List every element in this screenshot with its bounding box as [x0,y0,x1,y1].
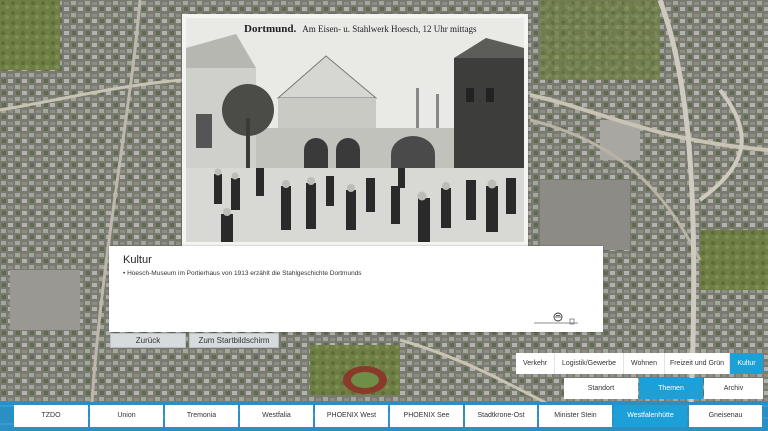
info-text: • Hoesch-Museum im Portierhaus von 1913 … [123,270,362,277]
mode-standort[interactable]: Standort [564,378,638,399]
info-title: Kultur [123,254,152,266]
location-tremonia[interactable]: Tremonia [165,405,238,427]
category-kultur[interactable]: Kultur [730,353,763,374]
category-logistik-gewerbe[interactable]: Logistik/Gewerbe [555,353,624,374]
location-westfalia[interactable]: Westfalia [240,405,313,427]
category-verkehr[interactable]: Verkehr [516,353,555,374]
location-tzdo[interactable]: TZDO [14,405,88,427]
location-phoenix-west[interactable]: PHOENIX West [315,405,388,427]
swipe-hand-icon [534,312,578,325]
mode-archiv[interactable]: Archiv [704,378,763,399]
info-panel: Kultur • Hoesch-Museum im Portierhaus vo… [109,246,603,332]
photo-caption-text: Am Eisen- u. Stahlwerk Hoesch, 12 Uhr mi… [302,24,477,34]
category-wohnen[interactable]: Wohnen [624,353,665,374]
photo-caption-city: Dortmund. [244,23,297,35]
photo-caption: Dortmund. Am Eisen- u. Stahlwerk Hoesch, … [244,23,477,35]
photo-image [186,18,524,242]
location-westfalenhuette[interactable]: Westfalenhütte [614,405,687,427]
mode-themen[interactable]: Themen [639,378,703,399]
category-freizeit-gruen[interactable]: Freizeit und Grün [665,353,730,374]
location-gneisenau[interactable]: Gneisenau [689,405,762,427]
back-button[interactable]: Zurück [110,333,186,348]
location-phoenix-see[interactable]: PHOENIX See [390,405,463,427]
location-minister-stein[interactable]: Minister Stein [539,405,612,427]
location-stadtkrone-ost[interactable]: Stadtkrone-Ost [465,405,537,427]
historic-photo: Dortmund. Am Eisen- u. Stahlwerk Hoesch, … [182,14,528,246]
location-bar: TZDO Union Tremonia Westfalia PHOENIX We… [0,402,768,431]
home-screen-button[interactable]: Zum Startbildschirm [189,333,279,348]
location-union[interactable]: Union [90,405,163,427]
